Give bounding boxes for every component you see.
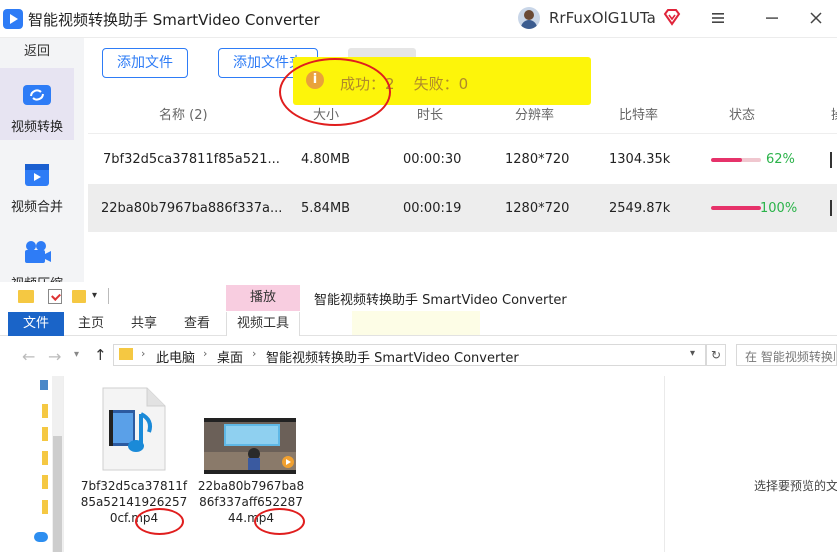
breadcrumb-separator-icon[interactable]: › bbox=[252, 347, 256, 360]
progress-bar bbox=[711, 206, 761, 210]
app-logo-icon bbox=[3, 9, 23, 29]
sidebar-item-label: 视频压缩 bbox=[0, 273, 74, 282]
folder-icon[interactable] bbox=[42, 404, 48, 418]
sidebar-item-video-convert[interactable]: 视频转换 bbox=[0, 68, 74, 140]
progress-percent: 100% bbox=[760, 201, 798, 216]
folder-icon[interactable] bbox=[42, 475, 48, 489]
nav-scrollbar-thumb[interactable] bbox=[53, 436, 62, 552]
progress-fill bbox=[711, 206, 761, 210]
back-arrow-icon[interactable]: ← bbox=[22, 347, 35, 366]
annotation-circle bbox=[135, 508, 184, 535]
column-header-bitrate[interactable]: 比特率 bbox=[619, 104, 658, 123]
breadcrumb-this-pc[interactable]: 此电脑 bbox=[156, 347, 195, 366]
breadcrumb-desktop[interactable]: 桌面 bbox=[217, 347, 243, 366]
tab-video-tools[interactable]: 视频工具 bbox=[226, 312, 300, 336]
column-header-status: 状态 bbox=[729, 108, 756, 123]
preview-divider[interactable] bbox=[664, 376, 665, 552]
folder-icon[interactable] bbox=[18, 290, 34, 303]
column-header-action: 操作 bbox=[831, 104, 837, 123]
tab-share[interactable]: 共享 bbox=[131, 312, 157, 336]
sidebar-item-label: 视频转换 bbox=[10, 120, 63, 135]
menu-icon[interactable] bbox=[710, 10, 726, 26]
media-file-icon[interactable] bbox=[101, 386, 167, 472]
up-arrow-icon[interactable]: ↑ bbox=[94, 346, 107, 364]
progress-bar bbox=[711, 158, 761, 162]
new-folder-icon[interactable] bbox=[72, 290, 86, 303]
file-name-cell: 22ba80b7967ba886f337a... bbox=[101, 201, 283, 216]
add-file-button[interactable]: 添加文件 bbox=[102, 48, 188, 78]
delete-icon[interactable] bbox=[830, 152, 837, 168]
breadcrumb-separator-icon[interactable]: › bbox=[203, 347, 207, 360]
onedrive-icon[interactable] bbox=[34, 532, 48, 542]
minimize-icon[interactable] bbox=[764, 10, 780, 26]
video-merge-icon bbox=[25, 164, 49, 186]
column-header-name[interactable]: 名称 (2) bbox=[159, 104, 208, 123]
user-name[interactable]: RrFuxOlG1UTa bbox=[549, 9, 656, 27]
explorer-title: 智能视频转换助手 SmartVideo Converter bbox=[314, 293, 567, 308]
quick-access-dropdown-icon[interactable]: ▾ bbox=[92, 290, 97, 301]
tab-home[interactable]: 主页 bbox=[78, 312, 104, 336]
back-button[interactable]: 返回 bbox=[0, 40, 74, 64]
annotation-circle bbox=[254, 508, 305, 535]
bitrate-cell: 1304.35k bbox=[609, 152, 671, 167]
app-title: 智能视频转换助手 SmartVideo Converter bbox=[28, 11, 320, 29]
column-header-duration[interactable]: 时长 bbox=[417, 104, 443, 123]
annotation-circle bbox=[279, 58, 391, 126]
folder-icon[interactable] bbox=[42, 500, 48, 514]
divider bbox=[108, 288, 109, 304]
sidebar-item-video-merge[interactable]: 视频合并 bbox=[0, 148, 74, 220]
resolution-cell: 1280*720 bbox=[505, 152, 570, 167]
progress-fill bbox=[711, 158, 742, 162]
recent-locations-icon[interactable]: ▾ bbox=[74, 349, 79, 360]
breadcrumb-separator-icon[interactable]: › bbox=[141, 347, 145, 360]
breadcrumb-current-folder[interactable]: 智能视频转换助手 SmartVideo Converter bbox=[266, 347, 519, 366]
search-placeholder: 在 智能视频转换助手 SmartVideo Converter 中搜索 bbox=[745, 350, 835, 364]
file-size-cell: 4.80MB bbox=[301, 152, 351, 167]
sidebar-item-label: 视频合并 bbox=[10, 200, 63, 215]
video-convert-icon bbox=[23, 85, 51, 105]
bitrate-cell: 2549.87k bbox=[609, 201, 671, 216]
folder-icon[interactable] bbox=[42, 451, 48, 465]
file-name-cell: 7bf32d5ca37811f85a521... bbox=[103, 152, 280, 167]
folder-icon bbox=[119, 348, 133, 360]
toast-ghost bbox=[352, 311, 480, 335]
play-context-tab[interactable]: 播放 bbox=[226, 285, 300, 311]
video-thumbnail[interactable] bbox=[204, 418, 296, 474]
sidebar-item-video-compress[interactable]: 视频压缩 bbox=[0, 225, 74, 282]
tab-view[interactable]: 查看 bbox=[184, 312, 210, 336]
file-size-cell: 5.84MB bbox=[301, 201, 351, 216]
preview-pane-message: 选择要预览的文件。 bbox=[754, 479, 837, 493]
tab-file[interactable]: 文件 bbox=[8, 312, 64, 336]
video-frame-image bbox=[204, 422, 296, 470]
video-compress-icon bbox=[25, 241, 51, 263]
vip-diamond-icon[interactable] bbox=[663, 8, 681, 26]
close-icon[interactable] bbox=[808, 10, 824, 26]
resolution-cell: 1280*720 bbox=[505, 201, 570, 216]
refresh-icon[interactable]: ↻ bbox=[706, 344, 726, 366]
forward-arrow-icon[interactable]: → bbox=[48, 347, 61, 366]
address-dropdown-icon[interactable]: ▾ bbox=[690, 348, 695, 359]
progress-percent: 62% bbox=[766, 152, 795, 167]
user-avatar[interactable] bbox=[518, 7, 540, 29]
computer-icon[interactable] bbox=[40, 380, 48, 390]
properties-icon[interactable] bbox=[48, 289, 62, 304]
folder-icon[interactable] bbox=[42, 427, 48, 441]
column-header-resolution[interactable]: 分辨率 bbox=[515, 104, 554, 123]
delete-icon[interactable] bbox=[830, 200, 837, 216]
duration-cell: 00:00:19 bbox=[403, 201, 462, 216]
duration-cell: 00:00:30 bbox=[403, 152, 462, 167]
